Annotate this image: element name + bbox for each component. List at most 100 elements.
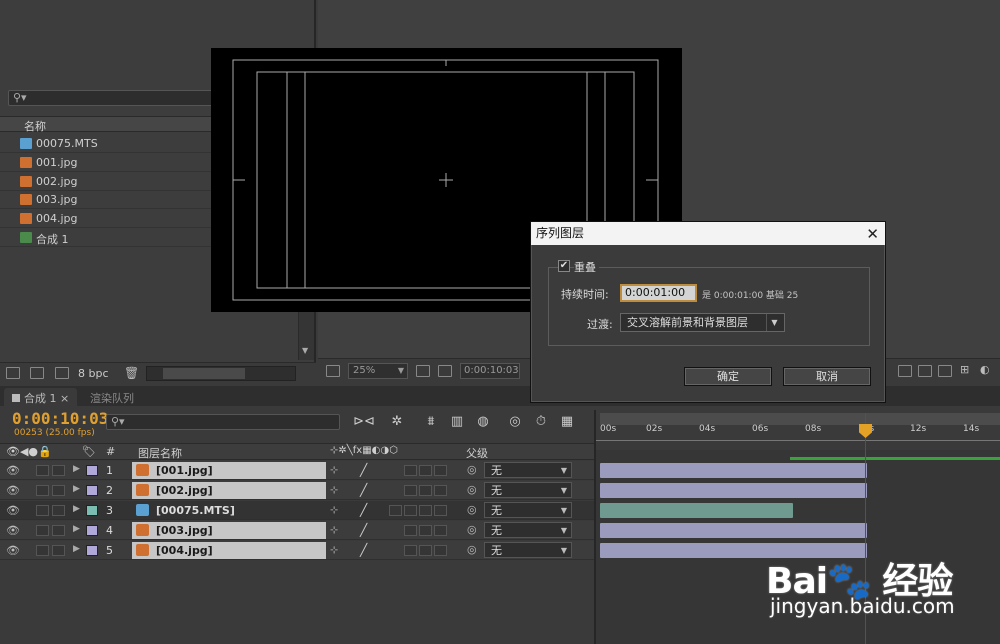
cancel-button[interactable]: 取消 [783, 367, 871, 386]
eye-icon[interactable]: 👁 [6, 524, 20, 537]
scroll-thumb[interactable] [163, 368, 245, 379]
switch-cell[interactable] [419, 485, 432, 496]
switch-cell[interactable] [434, 485, 447, 496]
3d-view-icon[interactable] [938, 365, 952, 377]
expand-triangle-icon[interactable]: ▶ [73, 544, 80, 554]
auto-keyframe-icon[interactable]: ⏱ [532, 414, 550, 430]
layer-row[interactable]: 👁 ▶ 5 [004.jpg] ⊹ ╱ ◎ 无 ▼ [0, 541, 594, 560]
lock-switch[interactable] [52, 545, 65, 556]
parent-select[interactable]: 无 ▼ [484, 482, 572, 498]
label-icon[interactable]: 🏷 [82, 445, 96, 458]
parent-select[interactable]: 无 ▼ [484, 462, 572, 478]
project-hscrollbar[interactable] [146, 366, 296, 381]
switch-cell[interactable] [419, 505, 432, 516]
flowchart-icon[interactable]: ⊞ [960, 363, 969, 376]
switch-cell[interactable] [404, 465, 417, 476]
switch-cell[interactable] [434, 505, 447, 516]
column-number-header[interactable]: # [106, 445, 115, 458]
fast-preview-icon[interactable] [898, 365, 912, 377]
layer-name[interactable]: [00075.MTS] [132, 502, 326, 519]
switch-cell[interactable] [389, 505, 402, 516]
expand-triangle-icon[interactable]: ▶ [73, 464, 80, 474]
layer-bar[interactable] [600, 503, 793, 518]
switch-cell[interactable] [404, 545, 417, 556]
expand-triangle-icon[interactable]: ▶ [73, 504, 80, 514]
new-folder-icon[interactable] [30, 367, 44, 379]
parent-select[interactable]: 无 ▼ [484, 502, 572, 518]
hide-shy-layers-icon[interactable]: ⩩ [422, 414, 440, 430]
parent-select[interactable]: 无 ▼ [484, 522, 572, 538]
shy-switch-icon[interactable]: ⊹ [330, 485, 338, 496]
quality-switch-icon[interactable]: ╱ [360, 523, 367, 537]
ok-button[interactable]: 确定 [684, 367, 772, 386]
av-features-icon[interactable]: 👁◀●🔒 [6, 445, 52, 458]
layer-name[interactable]: [002.jpg] [132, 482, 326, 499]
layer-row[interactable]: 👁 ▶ 2 [002.jpg] ⊹ ╱ ◎ 无 ▼ [0, 481, 594, 500]
layer-label-color[interactable] [86, 485, 98, 496]
switch-cell[interactable] [434, 465, 447, 476]
lock-switch[interactable] [52, 505, 65, 516]
duration-input[interactable]: 0:00:01:00 [620, 284, 697, 302]
time-ruler[interactable]: 00s 02s 04s 06s 08s 10s 12s 14s [594, 410, 1000, 450]
switches-icons[interactable]: ⊹✲╲fx▦◐◑⬡ [330, 445, 398, 456]
layer-row[interactable]: 👁 ▶ 1 [001.jpg] ⊹ ╱ ◎ 无 ▼ [0, 461, 594, 480]
switch-cell[interactable] [419, 465, 432, 476]
current-timecode[interactable]: 0:00:10:03 [12, 409, 108, 428]
switch-cell[interactable] [404, 525, 417, 536]
parent-select[interactable]: 无 ▼ [484, 542, 572, 558]
solo-switch[interactable] [36, 545, 49, 556]
overlap-checkbox[interactable]: ✔ [558, 260, 570, 272]
tab-render-queue[interactable]: 渲染队列 [82, 388, 142, 406]
switch-cell[interactable] [419, 525, 432, 536]
timeline-search-input[interactable]: ⚲▾ [106, 414, 340, 430]
pick-whip-icon[interactable]: ◎ [467, 523, 477, 536]
shy-switch-icon[interactable]: ⊹ [330, 545, 338, 556]
layer-row[interactable]: 👁 ▶ 4 [003.jpg] ⊹ ╱ ◎ 无 ▼ [0, 521, 594, 540]
layer-bar[interactable] [600, 483, 867, 498]
pick-whip-icon[interactable]: ◎ [467, 463, 477, 476]
transition-select[interactable]: 交叉溶解前景和背景图层 ▼ [620, 313, 785, 332]
viewer-timecode[interactable]: 0:00:10:03 [460, 363, 520, 379]
expand-triangle-icon[interactable]: ▶ [73, 524, 80, 534]
zoom-select[interactable]: 25% ▼ [348, 363, 408, 379]
eye-icon[interactable]: 👁 [6, 504, 20, 517]
switch-cell[interactable] [419, 545, 432, 556]
frame-blending-icon[interactable]: ▥ [448, 414, 466, 430]
always-preview-icon[interactable] [326, 365, 340, 377]
eye-icon[interactable]: 👁 [6, 484, 20, 497]
toggle-transparency-icon[interactable] [918, 365, 932, 377]
close-icon[interactable]: ✕ [866, 223, 879, 246]
layer-name[interactable]: [001.jpg] [132, 462, 326, 479]
pick-whip-icon[interactable]: ◎ [467, 483, 477, 496]
dialog-title-bar[interactable]: 序列图层 ✕ [531, 222, 885, 245]
switch-cell[interactable] [404, 505, 417, 516]
motion-blur-icon[interactable]: ◍ [474, 414, 492, 430]
layer-bar[interactable] [600, 463, 867, 478]
eye-icon[interactable]: 👁 [6, 464, 20, 477]
quality-switch-icon[interactable]: ╱ [360, 543, 367, 557]
layer-label-color[interactable] [86, 505, 98, 516]
comp-mini-flowchart-icon[interactable]: ⊳⊲ [352, 414, 376, 430]
solo-switch[interactable] [36, 485, 49, 496]
overlap-label[interactable]: 重叠 [574, 259, 599, 275]
graph-editor-icon[interactable]: ▦ [558, 414, 576, 430]
layer-row[interactable]: 👁 ▶ 3 [00075.MTS] ⊹ ╱ ◎ 无 ▼ [0, 501, 594, 520]
title-action-safe-icon[interactable] [416, 365, 430, 377]
draft-3d-icon[interactable]: ✲ [388, 414, 406, 430]
trash-icon[interactable]: 🗑 [124, 366, 139, 380]
pick-whip-icon[interactable]: ◎ [467, 503, 477, 516]
reset-exposure-icon[interactable]: ◐ [980, 363, 990, 376]
layer-name[interactable]: [003.jpg] [132, 522, 326, 539]
quality-switch-icon[interactable]: ╱ [360, 463, 367, 477]
interpret-footage-icon[interactable] [6, 367, 20, 379]
shy-switch-icon[interactable]: ⊹ [330, 505, 338, 516]
quality-switch-icon[interactable]: ╱ [360, 503, 367, 517]
column-layer-name-header[interactable]: 图层名称 [138, 445, 182, 461]
switch-cell[interactable] [434, 525, 447, 536]
lock-switch[interactable] [52, 485, 65, 496]
quality-switch-icon[interactable]: ╱ [360, 483, 367, 497]
column-parent-header[interactable]: 父级 [466, 445, 488, 461]
brainstorm-icon[interactable]: ◎ [506, 414, 524, 430]
shy-switch-icon[interactable]: ⊹ [330, 465, 338, 476]
layer-label-color[interactable] [86, 525, 98, 536]
